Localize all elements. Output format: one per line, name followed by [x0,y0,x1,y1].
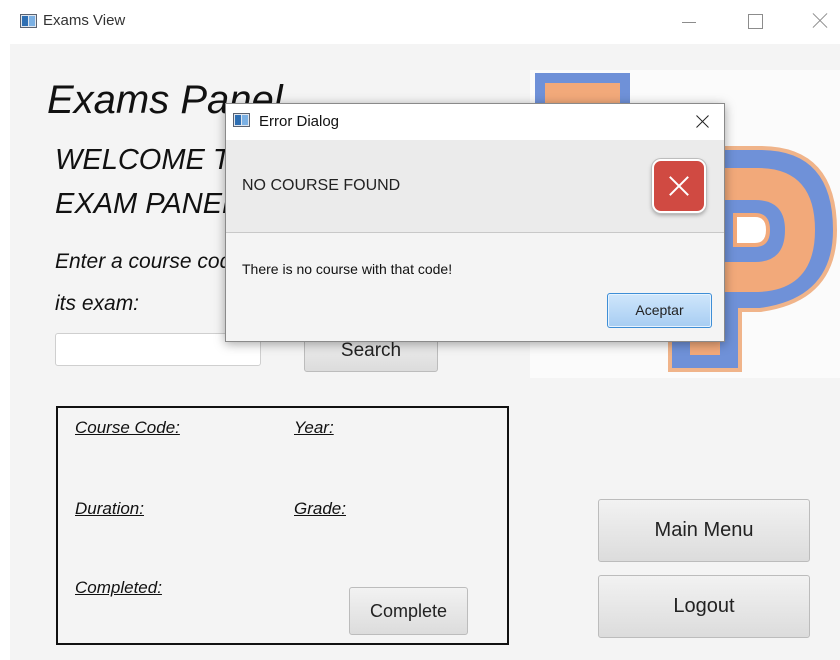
error-dialog: Error Dialog NO COURSE FOUND There is no… [225,103,725,342]
dialog-titlebar: Error Dialog [226,104,724,140]
dialog-content-text: There is no course with that code! [242,261,453,277]
dialog-ok-button[interactable]: Aceptar [607,293,712,328]
welcome-text-line2: EXAM PANEL [55,188,239,220]
dialog-header-text: NO COURSE FOUND [242,177,401,194]
main-menu-button[interactable]: Main Menu [598,499,810,562]
complete-button[interactable]: Complete [349,587,468,635]
duration-label: Duration: [75,499,144,518]
dialog-close-icon[interactable] [688,108,716,136]
window-title: Exams View [43,12,126,29]
year-label: Year: [294,418,334,437]
grade-label: Grade: [294,499,346,518]
dialog-title: Error Dialog [259,113,340,130]
window-titlebar: Exams View [0,0,840,44]
maximize-button[interactable] [740,8,770,34]
logout-button[interactable]: Logout [598,575,810,638]
error-icon [652,159,706,213]
close-button[interactable] [804,8,834,34]
prompt-text-line2: its exam: [55,292,140,315]
minimize-button[interactable] [674,8,704,34]
course-code-label: Course Code: [75,418,180,437]
completed-label: Completed: [75,578,162,597]
app-icon [20,14,37,28]
dialog-header: NO COURSE FOUND [226,140,724,233]
dialog-app-icon [233,113,250,127]
